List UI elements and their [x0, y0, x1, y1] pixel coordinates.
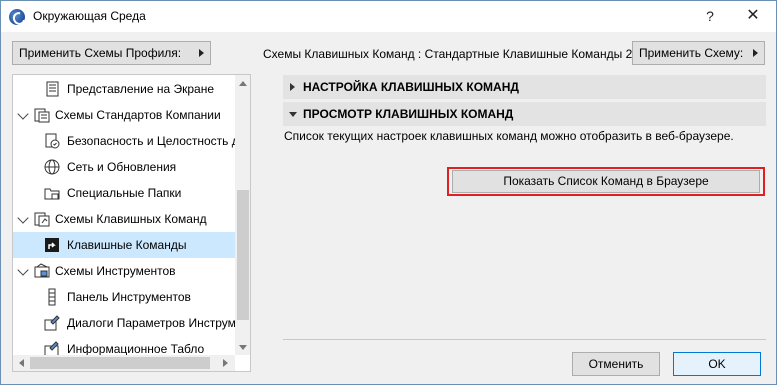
- tree-item[interactable]: Панель Инструментов: [13, 284, 235, 310]
- horizontal-scroll-thumb[interactable]: [30, 357, 210, 369]
- tree-item[interactable]: Клавишные Команды: [13, 232, 235, 258]
- vertical-scrollbar[interactable]: [235, 75, 250, 355]
- tree-item-label: Клавишные Команды: [67, 238, 187, 252]
- archicad-app-icon: [9, 9, 25, 25]
- apply-profile-schemes-label: Применить Схемы Профиля:: [19, 46, 182, 60]
- tree-item[interactable]: Безопасность и Целостность данных: [13, 128, 235, 154]
- tool-settings-icon: [43, 314, 61, 332]
- monitor-icon: [43, 80, 61, 98]
- customize-shortcuts-header[interactable]: НАСТРОЙКА КЛАВИШНЫХ КОМАНД: [283, 75, 766, 99]
- close-button[interactable]: ✕: [731, 1, 775, 31]
- submenu-arrow-icon: [753, 49, 758, 57]
- collapse-triangle-icon: [289, 112, 297, 117]
- scroll-left-icon[interactable]: [19, 359, 24, 367]
- tree-item[interactable]: Схемы Стандартов Компании: [13, 102, 235, 128]
- apply-profile-schemes-button[interactable]: Применить Схемы Профиля:: [12, 41, 211, 65]
- view-shortcuts-header[interactable]: ПРОСМОТР КЛАВИШНЫХ КОМАНД: [283, 102, 766, 126]
- current-scheme-label: Схемы Клавишных Команд : Стандартные Кла…: [263, 47, 639, 61]
- tree-item-label: Сеть и Обновления: [67, 160, 177, 174]
- vertical-scroll-thumb[interactable]: [237, 190, 249, 320]
- help-button[interactable]: ?: [693, 1, 727, 31]
- show-list-in-browser-button[interactable]: Показать Список Команд в Браузере: [452, 170, 760, 193]
- apply-scheme-button[interactable]: Применить Схему:: [632, 41, 765, 65]
- expand-chevron-icon[interactable]: [17, 108, 29, 120]
- tree-item-label: Схемы Стандартов Компании: [55, 108, 221, 122]
- tree-item-label: Диалоги Параметров Инструментов: [67, 316, 235, 330]
- tree-item-label: Панель Инструментов: [67, 290, 191, 304]
- tree-item[interactable]: Сеть и Обновления: [13, 154, 235, 180]
- tree-item-label: Безопасность и Целостность данных: [67, 134, 235, 148]
- view-shortcuts-title: ПРОСМОТР КЛАВИШНЫХ КОМАНД: [303, 107, 514, 121]
- tree-item-label: Специальные Папки: [67, 186, 182, 200]
- footer-divider: [283, 339, 766, 340]
- tree-item-label: Представление на Экране: [67, 82, 215, 96]
- submenu-arrow-icon: [199, 49, 204, 57]
- window-title: Окружающая Среда: [33, 9, 146, 23]
- expand-chevron-icon[interactable]: [17, 212, 29, 224]
- cancel-button[interactable]: Отменить: [572, 352, 660, 376]
- tool-schemes-icon: [33, 262, 51, 280]
- company-standards-icon: [33, 106, 51, 124]
- view-shortcuts-description: Список текущих настроек клавишных команд…: [284, 129, 734, 143]
- expand-triangle-icon: [290, 83, 295, 91]
- security-icon: [43, 132, 61, 150]
- title-bar: Окружающая Среда ? ✕: [1, 1, 776, 32]
- apply-scheme-label: Применить Схему:: [639, 46, 744, 60]
- tree-item-label: Схемы Инструментов: [55, 264, 176, 278]
- tree-item[interactable]: Представление на Экране: [13, 76, 235, 102]
- scroll-right-icon[interactable]: [223, 359, 228, 367]
- environment-dialog: Окружающая Среда ? ✕ Применить Схемы Про…: [0, 0, 777, 385]
- tree-item[interactable]: Специальные Папки: [13, 180, 235, 206]
- tree-item-label: Схемы Клавишных Команд: [55, 212, 207, 226]
- customize-shortcuts-title: НАСТРОЙКА КЛАВИШНЫХ КОМАНД: [303, 80, 519, 94]
- shortcut-schemes-icon: [33, 210, 51, 228]
- scroll-up-icon[interactable]: [239, 81, 247, 86]
- tree-item[interactable]: Диалоги Параметров Инструментов: [13, 310, 235, 336]
- globe-icon: [43, 158, 61, 176]
- keyboard-arrow-icon: [43, 236, 61, 254]
- tree-item[interactable]: Схемы Клавишных Команд: [13, 206, 235, 232]
- expand-chevron-icon[interactable]: [17, 264, 29, 276]
- settings-tree[interactable]: Представление на Экране Схемы Стандартов …: [12, 74, 251, 372]
- scroll-down-icon[interactable]: [239, 345, 247, 350]
- tree-item[interactable]: Схемы Инструментов: [13, 258, 235, 284]
- folder-icon: [43, 184, 61, 202]
- toolbox-icon: [43, 288, 61, 306]
- ok-button[interactable]: OK: [673, 352, 761, 376]
- horizontal-scrollbar[interactable]: [13, 355, 235, 371]
